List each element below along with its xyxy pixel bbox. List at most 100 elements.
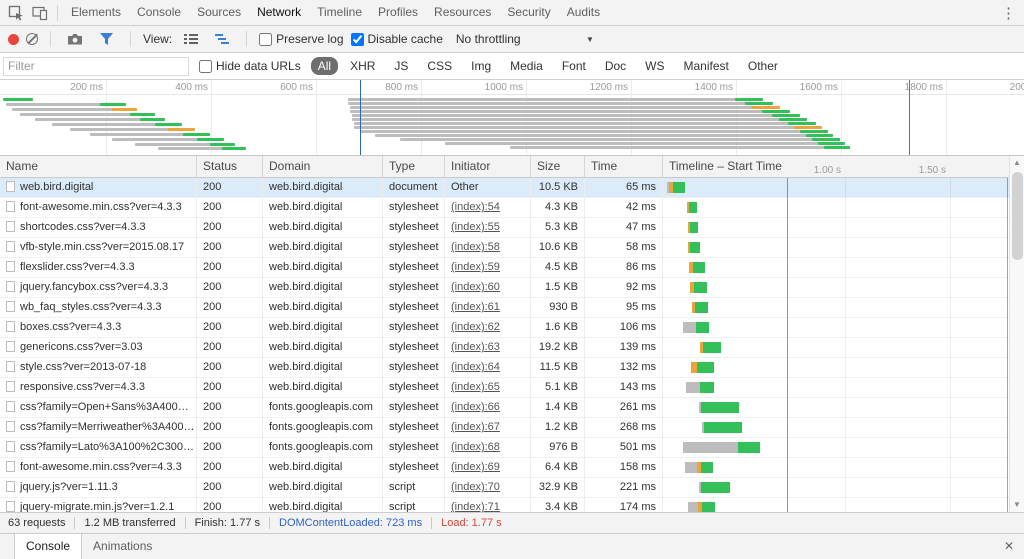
tab-timeline[interactable]: Timeline xyxy=(309,0,370,25)
tab-audits[interactable]: Audits xyxy=(559,0,608,25)
table-row[interactable]: vfb-style.min.css?ver=2015.08.17200web.b… xyxy=(0,238,1024,258)
disable-cache-option[interactable]: Disable cache xyxy=(351,32,443,46)
device-toolbar-icon[interactable] xyxy=(28,1,52,25)
cell-name: flexslider.css?ver=4.3.3 xyxy=(0,258,197,277)
throttling-select[interactable]: No throttling ▼ xyxy=(456,32,594,46)
filter-pill-doc[interactable]: Doc xyxy=(598,57,633,75)
initiator-link[interactable]: (index):67 xyxy=(451,421,500,433)
initiator-link[interactable]: (index):54 xyxy=(451,201,500,213)
drawer-tab-animations[interactable]: Animations xyxy=(82,534,163,559)
kebab-menu-icon[interactable]: ⋮ xyxy=(1001,4,1016,22)
cell-name: shortcodes.css?ver=4.3.3 xyxy=(0,218,197,237)
initiator-link[interactable]: (index):63 xyxy=(451,341,500,353)
table-row[interactable]: shortcodes.css?ver=4.3.3200web.bird.digi… xyxy=(0,218,1024,238)
cell-size: 19.2 KB xyxy=(531,338,585,357)
hide-data-urls-checkbox[interactable] xyxy=(199,60,212,73)
table-row[interactable]: boxes.css?ver=4.3.3200web.bird.digitalst… xyxy=(0,318,1024,338)
table-row[interactable]: jquery-migrate.min.js?ver=1.2.1200web.bi… xyxy=(0,498,1024,512)
overview-pane[interactable]: 200 ms400 ms600 ms800 ms1000 ms1200 ms14… xyxy=(0,80,1024,156)
filter-pill-ws[interactable]: WS xyxy=(638,57,671,75)
filter-pill-img[interactable]: Img xyxy=(464,57,498,75)
view-timeline-icon[interactable] xyxy=(210,27,234,51)
tab-resources[interactable]: Resources xyxy=(426,0,499,25)
filter-pill-other[interactable]: Other xyxy=(741,57,785,75)
main-tab-bar: ElementsConsoleSourcesNetworkTimelinePro… xyxy=(0,0,1024,26)
initiator-link[interactable]: (index):71 xyxy=(451,501,500,512)
initiator-link[interactable]: (index):61 xyxy=(451,301,500,313)
close-icon[interactable]: ✕ xyxy=(1004,534,1014,559)
filter-pill-manifest[interactable]: Manifest xyxy=(677,57,736,75)
filter-pill-js[interactable]: JS xyxy=(387,57,415,75)
column-header-type[interactable]: Type xyxy=(383,156,445,177)
table-row[interactable]: jquery.js?ver=1.11.3200web.bird.digitals… xyxy=(0,478,1024,498)
column-header-status[interactable]: Status xyxy=(197,156,263,177)
table-row[interactable]: font-awesome.min.css?ver=4.3.3200web.bir… xyxy=(0,458,1024,478)
table-row[interactable]: css?family=Lato%3A100%2C300%2C…200fonts.… xyxy=(0,438,1024,458)
initiator-link[interactable]: (index):58 xyxy=(451,241,500,253)
hide-data-urls-option[interactable]: Hide data URLs xyxy=(199,59,301,73)
initiator-link[interactable]: (index):64 xyxy=(451,361,500,373)
initiator-link[interactable]: (index):70 xyxy=(451,481,500,493)
preserve-log-option[interactable]: Preserve log xyxy=(259,32,343,46)
table-row[interactable]: css?family=Merriweather%3A400%2C…200font… xyxy=(0,418,1024,438)
initiator-link[interactable]: (index):59 xyxy=(451,261,500,273)
table-row[interactable]: css?family=Open+Sans%3A400%2C3…200fonts.… xyxy=(0,398,1024,418)
tab-profiles[interactable]: Profiles xyxy=(370,0,426,25)
cell-initiator: (index):64 xyxy=(445,358,531,377)
filter-pill-all[interactable]: All xyxy=(311,57,338,75)
waterfall-segment-gray xyxy=(683,322,696,333)
table-scrollbar[interactable]: ▲ ▼ xyxy=(1009,156,1024,512)
inspect-element-icon[interactable] xyxy=(4,1,28,25)
record-button[interactable] xyxy=(8,34,19,45)
table-row[interactable]: responsive.css?ver=4.3.3200web.bird.digi… xyxy=(0,378,1024,398)
initiator-link[interactable]: (index):66 xyxy=(451,401,500,413)
table-row[interactable]: style.css?ver=2013-07-18200web.bird.digi… xyxy=(0,358,1024,378)
table-row[interactable]: wb_faq_styles.css?ver=4.3.3200web.bird.d… xyxy=(0,298,1024,318)
tab-network[interactable]: Network xyxy=(249,0,309,25)
initiator-link[interactable]: (index):62 xyxy=(451,321,500,333)
table-row[interactable]: genericons.css?ver=3.03200web.bird.digit… xyxy=(0,338,1024,358)
column-header-size[interactable]: Size xyxy=(531,156,585,177)
table-row[interactable]: flexslider.css?ver=4.3.3200web.bird.digi… xyxy=(0,258,1024,278)
tab-elements[interactable]: Elements xyxy=(63,0,129,25)
scroll-down-icon[interactable]: ▼ xyxy=(1013,498,1021,512)
overview-tick-label: 200 ms xyxy=(70,82,103,93)
drawer-tab-console[interactable]: Console xyxy=(14,534,82,559)
column-header-domain[interactable]: Domain xyxy=(263,156,383,177)
overview-bar xyxy=(762,110,790,113)
column-header-initiator[interactable]: Initiator xyxy=(445,156,531,177)
initiator-link[interactable]: (index):68 xyxy=(451,441,500,453)
table-row[interactable]: jquery.fancybox.css?ver=4.3.3200web.bird… xyxy=(0,278,1024,298)
finish-stat: Finish: 1.77 s xyxy=(195,517,260,529)
disable-cache-checkbox[interactable] xyxy=(351,33,364,46)
tab-security[interactable]: Security xyxy=(499,0,558,25)
column-header-name[interactable]: Name xyxy=(0,156,197,177)
filter-input[interactable] xyxy=(3,57,189,76)
view-list-icon[interactable] xyxy=(179,27,203,51)
initiator-link[interactable]: (index):69 xyxy=(451,461,500,473)
cell-type: stylesheet xyxy=(383,218,445,237)
filter-pill-font[interactable]: Font xyxy=(555,57,593,75)
throttling-value: No throttling xyxy=(456,32,521,46)
screenshot-camera-icon[interactable] xyxy=(63,27,87,51)
preserve-log-checkbox[interactable] xyxy=(259,33,272,46)
timeline-header-cell[interactable]: Timeline – Start Time 1.00 s1.50 s xyxy=(663,156,1024,177)
overview-bar xyxy=(354,126,822,129)
scrollbar-thumb[interactable] xyxy=(1012,172,1023,260)
initiator-link[interactable]: (index):65 xyxy=(451,381,500,393)
tab-console[interactable]: Console xyxy=(129,0,189,25)
filter-pill-xhr[interactable]: XHR xyxy=(343,57,382,75)
overview-bar xyxy=(352,114,800,117)
filter-funnel-icon[interactable] xyxy=(94,27,118,51)
filter-pill-css[interactable]: CSS xyxy=(420,57,459,75)
initiator-link[interactable]: (index):60 xyxy=(451,281,500,293)
table-row[interactable]: font-awesome.min.css?ver=4.3.3200web.bir… xyxy=(0,198,1024,218)
scroll-up-icon[interactable]: ▲ xyxy=(1013,156,1021,170)
column-header-time[interactable]: Time xyxy=(585,156,663,177)
filter-pill-media[interactable]: Media xyxy=(503,57,550,75)
clear-button[interactable] xyxy=(26,33,38,45)
table-row[interactable]: web.bird.digital200web.bird.digitaldocum… xyxy=(0,178,1024,198)
requests-count: 63 requests xyxy=(8,517,65,529)
tab-sources[interactable]: Sources xyxy=(189,0,249,25)
initiator-link[interactable]: (index):55 xyxy=(451,221,500,233)
